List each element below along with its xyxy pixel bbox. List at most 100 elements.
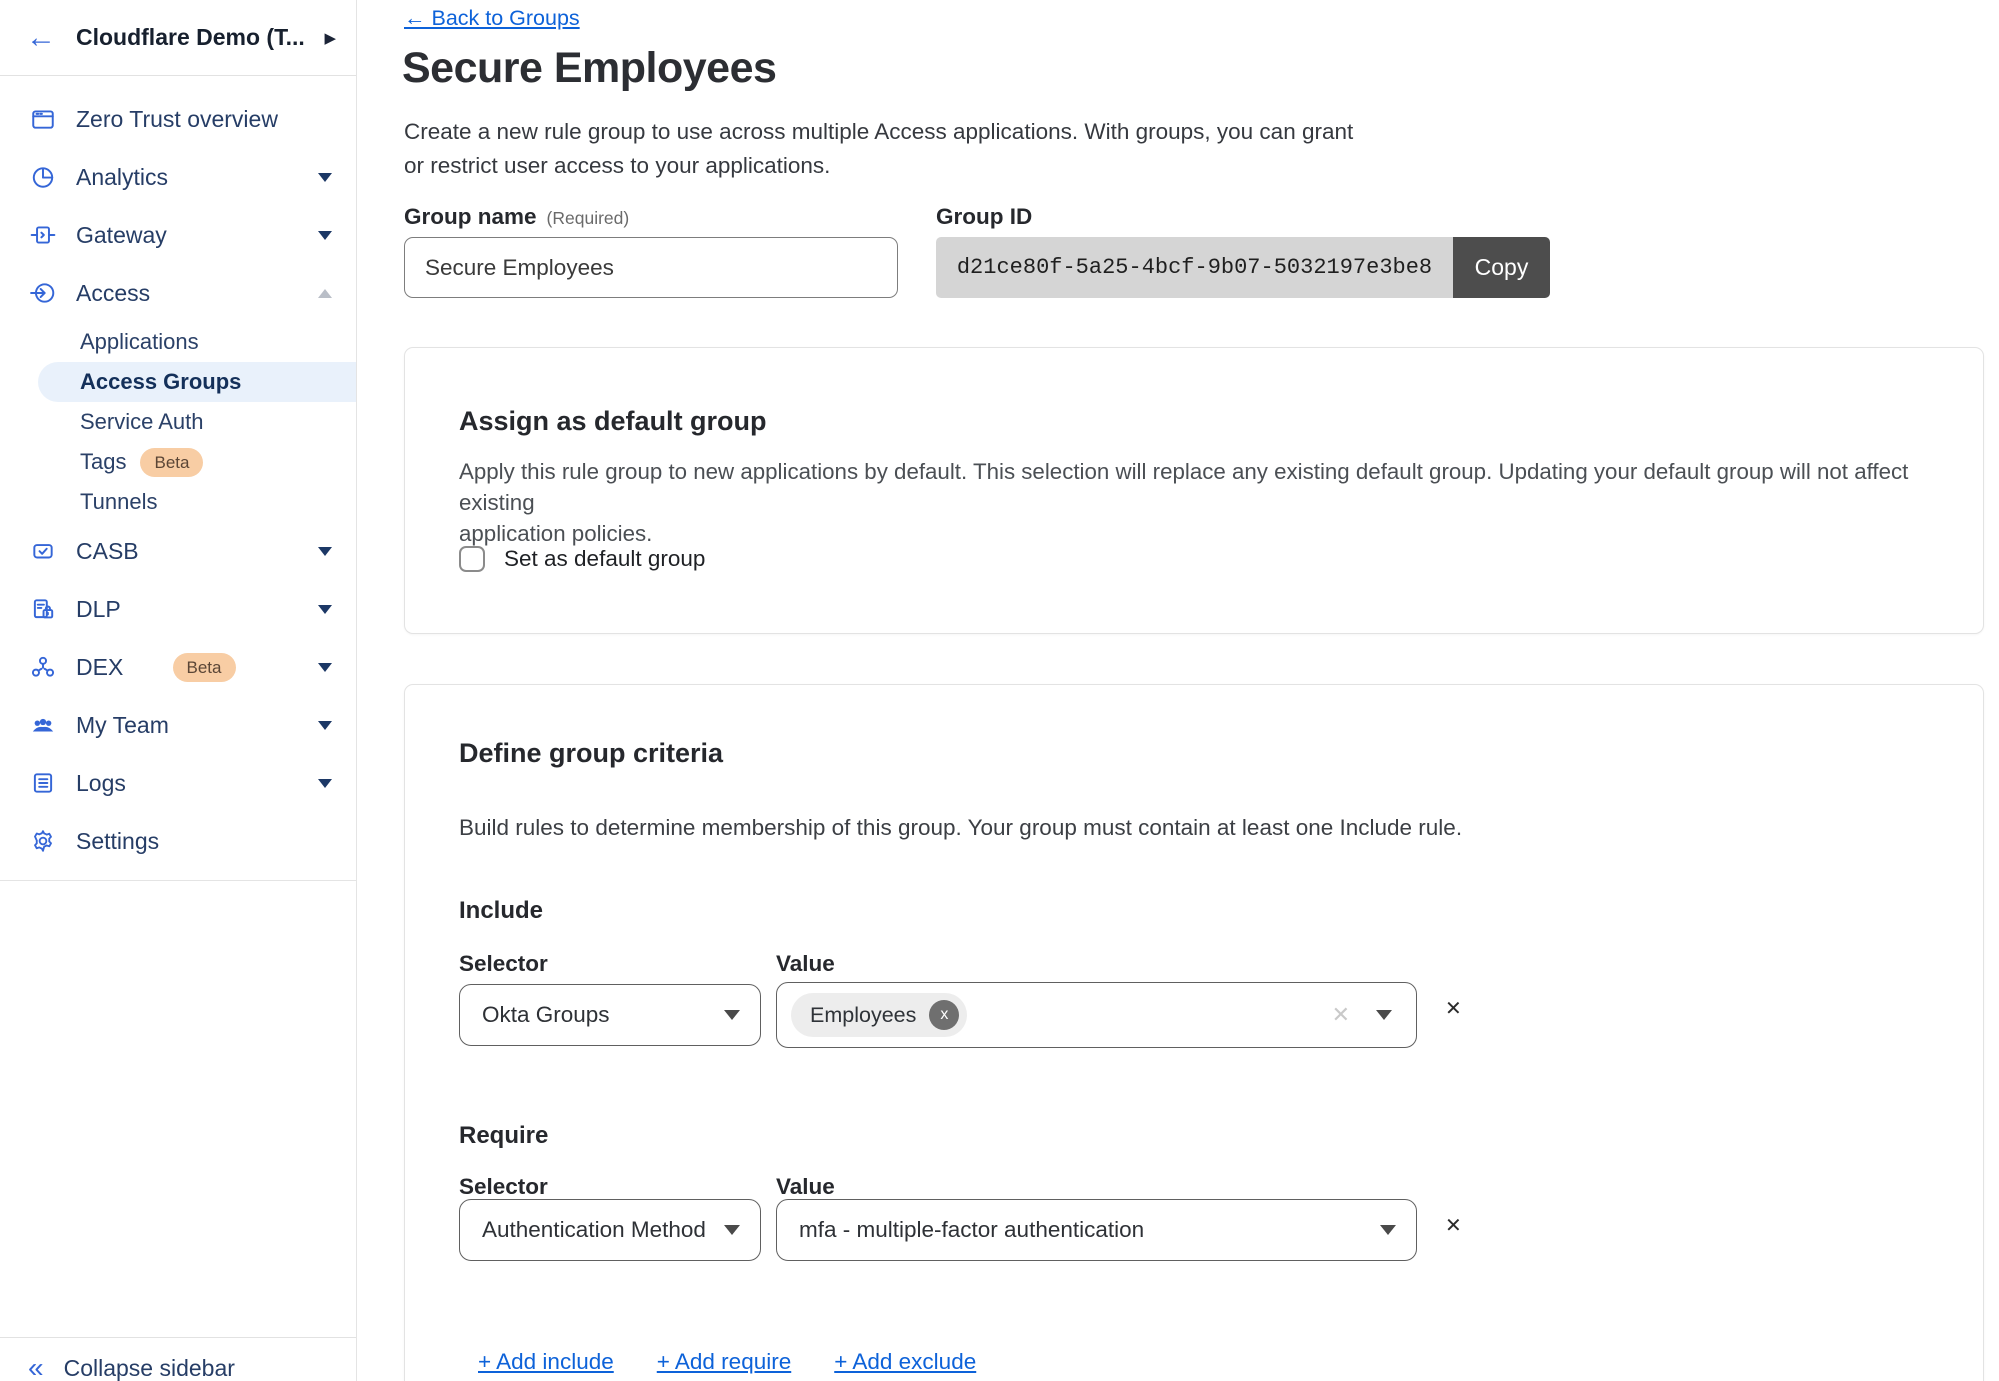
beta-badge: Beta — [173, 653, 236, 682]
sidebar-item-settings[interactable]: Settings — [0, 812, 356, 870]
chevron-down-icon — [318, 721, 332, 730]
page-description: Create a new rule group to use across mu… — [404, 115, 1353, 182]
set-default-group-checkbox[interactable] — [459, 546, 485, 572]
sidebar-subitem-label: Applications — [80, 329, 199, 355]
chevron-down-icon — [724, 1010, 740, 1020]
chip-remove-icon[interactable]: x — [929, 1000, 959, 1030]
set-default-group-label: Set as default group — [504, 546, 705, 572]
add-exclude-link[interactable]: + Add exclude — [834, 1349, 976, 1375]
sidebar-item-tunnels[interactable]: Tunnels — [0, 482, 356, 522]
require-value-text: mfa - multiple-factor authentication — [799, 1217, 1144, 1243]
card-description-line: application policies. — [459, 518, 1983, 549]
chevron-down-icon — [318, 663, 332, 672]
value-chip-label: Employees — [810, 1003, 916, 1028]
main-content: ← Back to Groups Secure Employees Create… — [357, 0, 1999, 1381]
require-value-dropdown[interactable]: mfa - multiple-factor authentication — [776, 1199, 1417, 1261]
card-title: Define group criteria — [459, 738, 723, 769]
logs-icon — [30, 770, 56, 796]
card-description-line: Apply this rule group to new application… — [459, 456, 1983, 518]
casb-icon — [30, 538, 56, 564]
sidebar-item-tags[interactable]: Tags Beta — [0, 442, 356, 482]
chevron-down-icon — [318, 231, 332, 240]
add-include-link[interactable]: + Add include — [478, 1349, 614, 1375]
group-id-value: d21ce80f-5a25-4bcf-9b07-5032197e3be8 — [936, 237, 1453, 298]
sidebar-item-dlp[interactable]: DLP — [0, 580, 356, 638]
account-switcher[interactable]: ← Cloudflare Demo (T... ▶ — [0, 0, 356, 76]
chevron-down-icon — [318, 605, 332, 614]
sidebar-item-logs[interactable]: Logs — [0, 754, 356, 812]
sidebar-subitem-label: Service Auth — [80, 409, 204, 435]
add-require-link[interactable]: + Add require — [657, 1349, 791, 1375]
sidebar-item-my-team[interactable]: My Team — [0, 696, 356, 754]
team-icon — [30, 712, 56, 738]
include-selector-value: Okta Groups — [482, 1002, 610, 1028]
account-name: Cloudflare Demo (T... — [76, 24, 324, 51]
chevron-down-icon — [724, 1225, 740, 1235]
sidebar-item-label: DLP — [76, 596, 318, 623]
assign-default-group-card: Assign as default group Apply this rule … — [404, 347, 1984, 634]
network-nodes-icon — [30, 654, 56, 680]
require-selector-value: Authentication Method — [482, 1217, 706, 1243]
card-title: Assign as default group — [459, 406, 767, 437]
chevron-down-icon — [1380, 1225, 1396, 1235]
rule-actions: + Add include + Add require + Add exclud… — [478, 1349, 976, 1375]
chevron-down-icon — [318, 173, 332, 182]
document-lock-icon — [30, 596, 56, 622]
chevron-down-icon — [318, 779, 332, 788]
sidebar-item-label: DEX — [76, 654, 159, 681]
sidebar-item-dex[interactable]: DEX Beta — [0, 638, 356, 696]
value-chip: Employees x — [791, 993, 967, 1037]
multiselect-controls: ✕ — [1332, 1002, 1396, 1028]
sidebar-item-access[interactable]: Access — [0, 264, 356, 322]
sidebar-divider — [0, 880, 356, 881]
expand-caret-icon[interactable]: ▶ — [324, 29, 336, 47]
require-heading: Require — [459, 1122, 548, 1150]
sidebar-item-label: Zero Trust overview — [76, 106, 332, 133]
set-default-group-row[interactable]: Set as default group — [459, 546, 705, 572]
group-id-label: Group ID — [936, 204, 1032, 230]
sidebar-item-label: Gateway — [76, 222, 318, 249]
value-label: Value — [776, 1174, 835, 1200]
sidebar-item-casb[interactable]: CASB — [0, 522, 356, 580]
collapse-sidebar-button[interactable]: « Collapse sidebar — [0, 1337, 356, 1381]
gear-icon — [30, 828, 56, 854]
pie-chart-icon — [30, 164, 56, 190]
sidebar-item-service-auth[interactable]: Service Auth — [0, 402, 356, 442]
criteria-description: Build rules to determine membership of t… — [459, 815, 1462, 841]
sidebar-item-access-groups[interactable]: Access Groups — [38, 362, 356, 402]
include-selector-dropdown[interactable]: Okta Groups — [459, 984, 761, 1046]
clear-icon[interactable]: ✕ — [1332, 1002, 1350, 1028]
window-icon — [30, 106, 56, 132]
sidebar-item-label: Settings — [76, 828, 332, 855]
sidebar-item-analytics[interactable]: Analytics — [0, 148, 356, 206]
copy-button[interactable]: Copy — [1453, 237, 1550, 298]
chevron-down-icon — [1376, 1010, 1392, 1020]
sidebar-item-label: My Team — [76, 712, 318, 739]
require-selector-dropdown[interactable]: Authentication Method — [459, 1199, 761, 1261]
back-arrow-icon[interactable]: ← — [26, 23, 56, 53]
sidebar-item-label: Analytics — [76, 164, 318, 191]
sidebar-item-label: Logs — [76, 770, 318, 797]
sidebar-item-applications[interactable]: Applications — [0, 322, 356, 362]
group-name-input[interactable] — [404, 237, 898, 298]
value-label: Value — [776, 951, 835, 977]
group-id-row: d21ce80f-5a25-4bcf-9b07-5032197e3be8 Cop… — [936, 237, 1550, 298]
include-value-multiselect[interactable]: Employees x ✕ — [776, 982, 1417, 1048]
define-group-criteria-card: Define group criteria Build rules to det… — [404, 684, 1984, 1381]
gateway-icon — [30, 222, 56, 248]
remove-include-rule-icon[interactable]: ✕ — [1445, 996, 1462, 1021]
remove-require-rule-icon[interactable]: ✕ — [1445, 1213, 1462, 1238]
page-description-line: or restrict user access to your applicat… — [404, 149, 1353, 183]
chevron-up-icon — [318, 289, 332, 298]
sidebar-subitem-label: Tunnels — [80, 489, 157, 515]
back-to-groups-link[interactable]: ← Back to Groups — [404, 6, 580, 31]
include-heading: Include — [459, 897, 543, 925]
sidebar-item-gateway[interactable]: Gateway — [0, 206, 356, 264]
access-icon — [30, 280, 56, 306]
group-name-label: Group name(Required) — [404, 204, 629, 230]
sidebar-item-label: CASB — [76, 538, 318, 565]
selector-label: Selector — [459, 1174, 548, 1200]
selector-label: Selector — [459, 951, 548, 977]
sidebar-subitem-label: Tags — [80, 449, 126, 475]
sidebar-item-zero-trust-overview[interactable]: Zero Trust overview — [0, 90, 356, 148]
